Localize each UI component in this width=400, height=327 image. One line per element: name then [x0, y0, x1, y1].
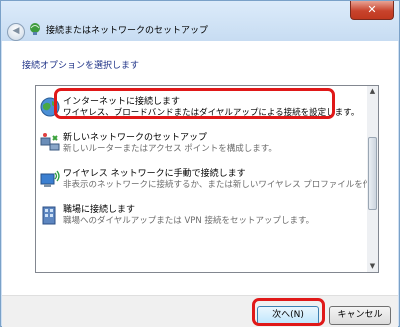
- content-area: 接続オプションを選択します インターネットに接続します ワイヤレス、ブロードバン…: [2, 41, 398, 295]
- router-network-icon: [40, 133, 60, 151]
- scrollbar-thumb[interactable]: [368, 137, 377, 210]
- cancel-button[interactable]: キャンセル: [329, 306, 391, 325]
- wireless-computer-icon: [40, 170, 60, 187]
- highlight-ring-option: [54, 88, 335, 119]
- window-title: 接続またはネットワークのセットアップ: [46, 26, 209, 36]
- scroll-up-icon[interactable]: ▲: [367, 86, 378, 97]
- option-wireless-manual[interactable]: ワイヤレス ネットワークに手動で接続します 非表示のネットワークに接続するか、ま…: [36, 164, 378, 200]
- list-scrollbar[interactable]: ▲ ▼: [367, 86, 378, 272]
- wizard-window: ✕ ◀ 接続またはネットワークのセットアップ 接続オプションを選択します インタ…: [0, 0, 400, 327]
- back-arrow-icon: ◀: [12, 26, 20, 36]
- option-description: 非表示のネットワークに接続するか、または新しいワイヤレス プロファイルを作成..…: [63, 180, 379, 190]
- highlight-ring-next: [252, 298, 325, 326]
- workplace-building-icon: [42, 206, 56, 225]
- scroll-down-icon[interactable]: ▼: [367, 261, 378, 272]
- button-bar: 次へ(N) キャンセル: [2, 295, 398, 327]
- option-connect-workplace[interactable]: 職場に接続します 職場へのダイヤルアップまたは VPN 接続をセットアップします…: [36, 200, 368, 236]
- option-description: 職場へのダイヤルアップまたは VPN 接続をセットアップします。: [63, 216, 315, 226]
- network-wizard-icon: [30, 23, 40, 35]
- option-new-network[interactable]: 新しいネットワークのセットアップ 新しいルーターまたはアクセス ポイントを構成し…: [36, 128, 368, 164]
- page-heading: 接続オプションを選択します: [22, 61, 140, 71]
- title-bar: ✕ ◀ 接続またはネットワークのセットアップ: [1, 1, 399, 41]
- option-description: 新しいルーターまたはアクセス ポイントを構成します。: [63, 144, 277, 154]
- close-icon: ✕: [367, 3, 377, 16]
- back-button[interactable]: ◀: [7, 23, 25, 41]
- close-button[interactable]: ✕: [350, 1, 394, 20]
